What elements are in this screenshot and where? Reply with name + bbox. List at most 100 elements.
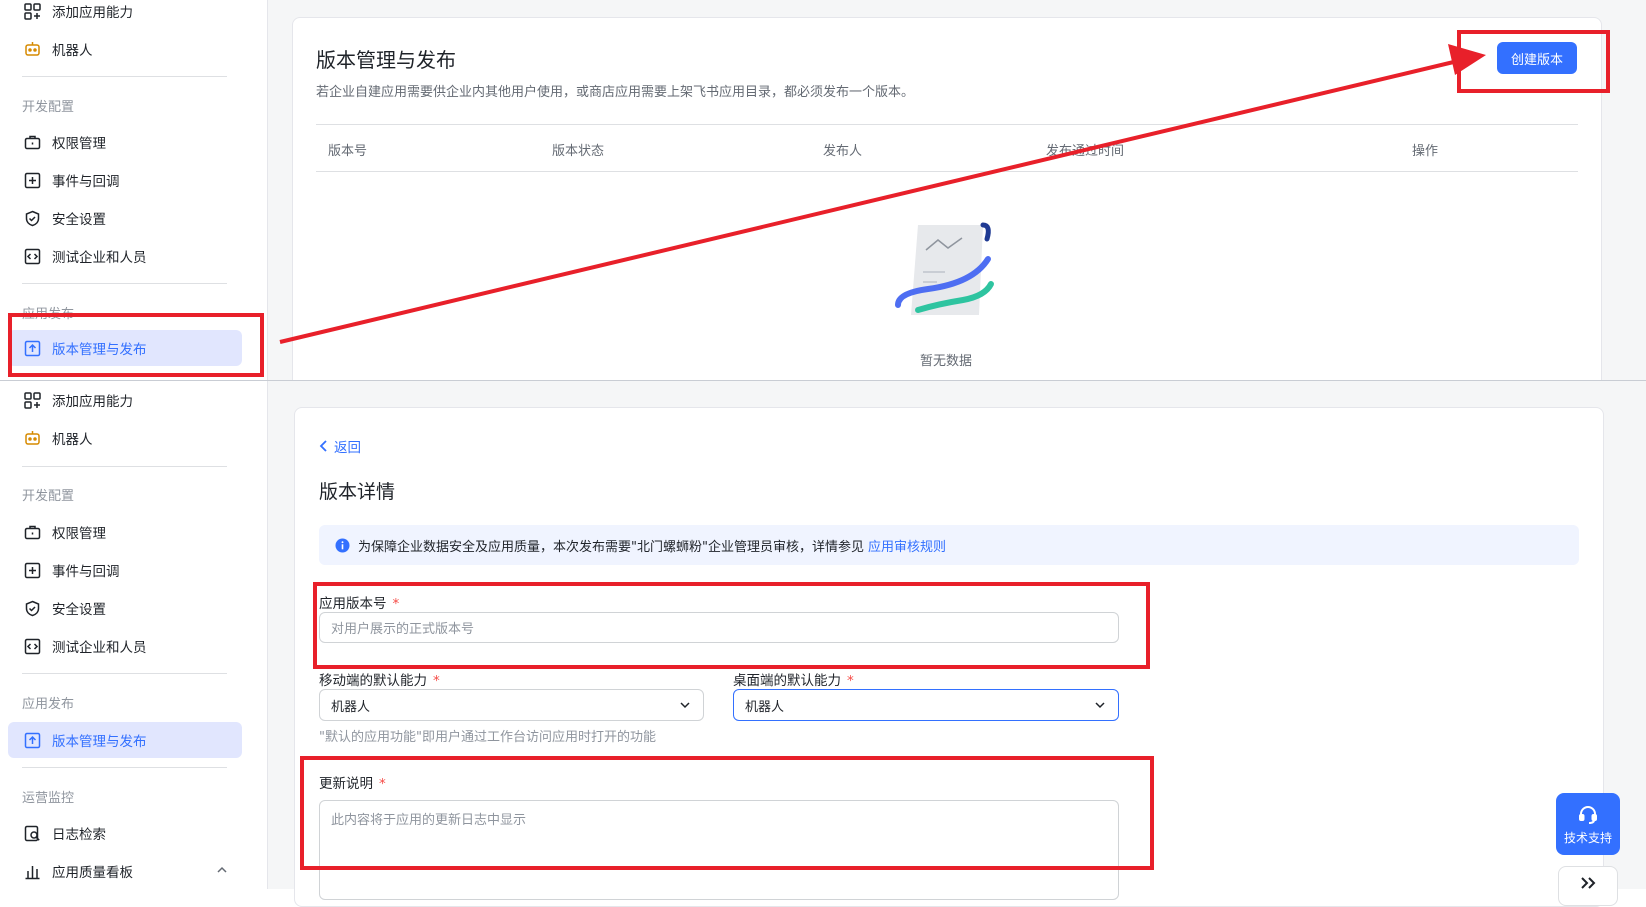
sidebar-item-security[interactable]: 安全设置	[8, 590, 242, 626]
info-icon	[335, 538, 350, 553]
review-rules-link[interactable]: 应用审核规则	[868, 536, 946, 555]
sidebar-item-label: 版本管理与发布	[52, 734, 147, 750]
back-link[interactable]: 返回	[319, 436, 361, 456]
headset-icon	[1577, 803, 1599, 825]
sidebar-item-version-publish[interactable]: 版本管理与发布	[8, 330, 242, 366]
chevron-up-icon[interactable]	[216, 864, 228, 880]
code-box-icon	[23, 637, 42, 656]
page-subtitle: 若企业自建应用需要供企业内其他用户使用，或商店应用需要上架飞书应用目录，都必须发…	[316, 85, 915, 100]
apps-add-icon	[23, 391, 42, 410]
sidebar-item-label: 安全设置	[52, 212, 106, 228]
sidebar-item-robot[interactable]: 机器人	[8, 420, 242, 456]
code-box-icon	[23, 247, 42, 266]
sidebar-item-test-orgs[interactable]: 测试企业和人员	[8, 628, 242, 664]
sidebar-divider	[22, 673, 227, 674]
log-search-icon	[23, 824, 42, 843]
version-table-header: 版本号 版本状态 发布人 发布通过时间 操作	[316, 124, 1578, 172]
field-label-text: 桌面端的默认能力	[733, 673, 841, 689]
sidebar-item-test-orgs[interactable]: 测试企业和人员	[8, 238, 242, 274]
sidebar-item-permissions[interactable]: 权限管理	[8, 124, 242, 160]
briefcase-lock-icon	[23, 133, 42, 152]
back-link-label: 返回	[334, 440, 361, 456]
banner-text: 为保障企业数据安全及应用质量，本次发布需要"北门螺蛳粉"企业管理员审核，详情参见	[358, 539, 864, 555]
field-label-text: 更新说明	[319, 776, 373, 792]
sidebar-item-security[interactable]: 安全设置	[8, 200, 242, 236]
sidebar: 添加应用能力 机器人 开发配置 权限管理 事件与回调 安全设置 测试企业和人员 …	[0, 381, 268, 889]
upload-box-icon	[23, 339, 42, 358]
sidebar-item-label: 权限管理	[52, 526, 106, 542]
robot-icon	[23, 40, 42, 59]
empty-state-illustration	[888, 220, 1008, 329]
column-header: 操作	[1412, 144, 1439, 159]
sidebar-item-label: 权限管理	[52, 136, 106, 152]
required-mark: *	[379, 776, 386, 792]
sidebar-item-label: 测试企业和人员	[52, 640, 147, 656]
sidebar-item-label: 应用质量看板	[52, 865, 133, 881]
tech-support-label: 技术支持	[1563, 830, 1612, 845]
select-value: 机器人	[745, 699, 785, 715]
shield-icon	[23, 209, 42, 228]
field-label-text: 移动端的默认能力	[319, 673, 427, 689]
page-title: 版本管理与发布	[316, 48, 456, 72]
sidebar-item-label: 添加应用能力	[52, 394, 133, 410]
page-title: 版本详情	[319, 481, 396, 503]
event-callback-icon	[23, 171, 42, 190]
select-value: 机器人	[331, 699, 371, 715]
tech-support-button[interactable]: 技术支持	[1556, 793, 1620, 855]
column-header: 发布通过时间	[1046, 144, 1125, 159]
chevron-down-icon	[679, 699, 691, 715]
required-mark: *	[392, 596, 400, 612]
mobile-capability-label: 移动端的默认能力 *	[319, 669, 440, 689]
column-header: 版本号	[328, 144, 368, 159]
mobile-capability-select[interactable]: 机器人	[319, 689, 704, 721]
sidebar-item-quality-dashboard[interactable]: 应用质量看板	[8, 853, 242, 889]
sidebar-item-log-search[interactable]: 日志检索	[8, 815, 242, 851]
sidebar-divider	[22, 767, 227, 768]
required-mark: *	[847, 673, 854, 689]
sidebar-group-dev: 开发配置	[22, 489, 75, 504]
sidebar-item-label: 添加应用能力	[52, 5, 133, 21]
sidebar-item-events[interactable]: 事件与回调	[8, 162, 242, 198]
sidebar-divider	[22, 283, 227, 284]
empty-state-text: 暂无数据	[920, 354, 973, 369]
briefcase-lock-icon	[23, 523, 42, 542]
sidebar-item-permissions[interactable]: 权限管理	[8, 514, 242, 550]
sidebar-item-add-capability[interactable]: 添加应用能力	[8, 382, 242, 418]
required-mark: *	[433, 673, 440, 689]
event-callback-icon	[23, 561, 42, 580]
textarea-placeholder: 此内容将于应用的更新日志中显示	[331, 813, 527, 828]
desktop-capability-select[interactable]: 机器人	[733, 689, 1119, 721]
release-notes-textarea[interactable]: 此内容将于应用的更新日志中显示	[319, 800, 1119, 900]
column-header: 发布人	[823, 144, 863, 159]
sidebar-item-label: 版本管理与发布	[52, 342, 147, 358]
review-info-banner: 为保障企业数据安全及应用质量，本次发布需要"北门螺蛳粉"企业管理员审核，详情参见…	[319, 525, 1579, 565]
top-screenshot-panel: 添加应用能力 机器人 开发配置 权限管理 事件与回调 安全设置 测试企业和人员 …	[0, 0, 1646, 380]
sidebar-divider	[22, 76, 227, 77]
sidebar-item-label: 事件与回调	[52, 174, 120, 190]
chevron-left-icon	[319, 440, 329, 452]
sidebar-divider	[22, 466, 227, 467]
sidebar-item-label: 事件与回调	[52, 564, 120, 580]
column-header: 版本状态	[552, 144, 605, 159]
sidebar-group-publish: 应用发布	[22, 307, 75, 322]
default-capability-hint: "默认的应用功能"即用户通过工作台访问应用时打开的功能	[319, 730, 656, 745]
create-version-button[interactable]: 创建版本	[1497, 42, 1577, 74]
sidebar-item-label: 安全设置	[52, 602, 106, 618]
release-notes-label: 更新说明 *	[319, 772, 386, 792]
sidebar-item-add-capability[interactable]: 添加应用能力	[8, 0, 242, 29]
sidebar-item-robot[interactable]: 机器人	[8, 31, 242, 67]
chevron-down-icon	[1094, 699, 1106, 715]
sidebar-item-events[interactable]: 事件与回调	[8, 552, 242, 588]
sidebar-group-dev: 开发配置	[22, 100, 75, 115]
apps-add-icon	[23, 2, 42, 21]
version-field-label: 应用版本号 *	[319, 592, 399, 612]
double-chevron-right-icon	[1579, 875, 1597, 894]
version-number-input[interactable]: 对用户展示的正式版本号	[319, 612, 1119, 643]
sidebar-item-version-publish[interactable]: 版本管理与发布	[8, 722, 242, 758]
shield-icon	[23, 599, 42, 618]
robot-icon	[23, 429, 42, 448]
expand-panel-button[interactable]	[1558, 866, 1618, 906]
sidebar-group-publish: 应用发布	[22, 697, 75, 712]
input-placeholder: 对用户展示的正式版本号	[331, 622, 475, 637]
desktop-capability-label: 桌面端的默认能力 *	[733, 669, 854, 689]
